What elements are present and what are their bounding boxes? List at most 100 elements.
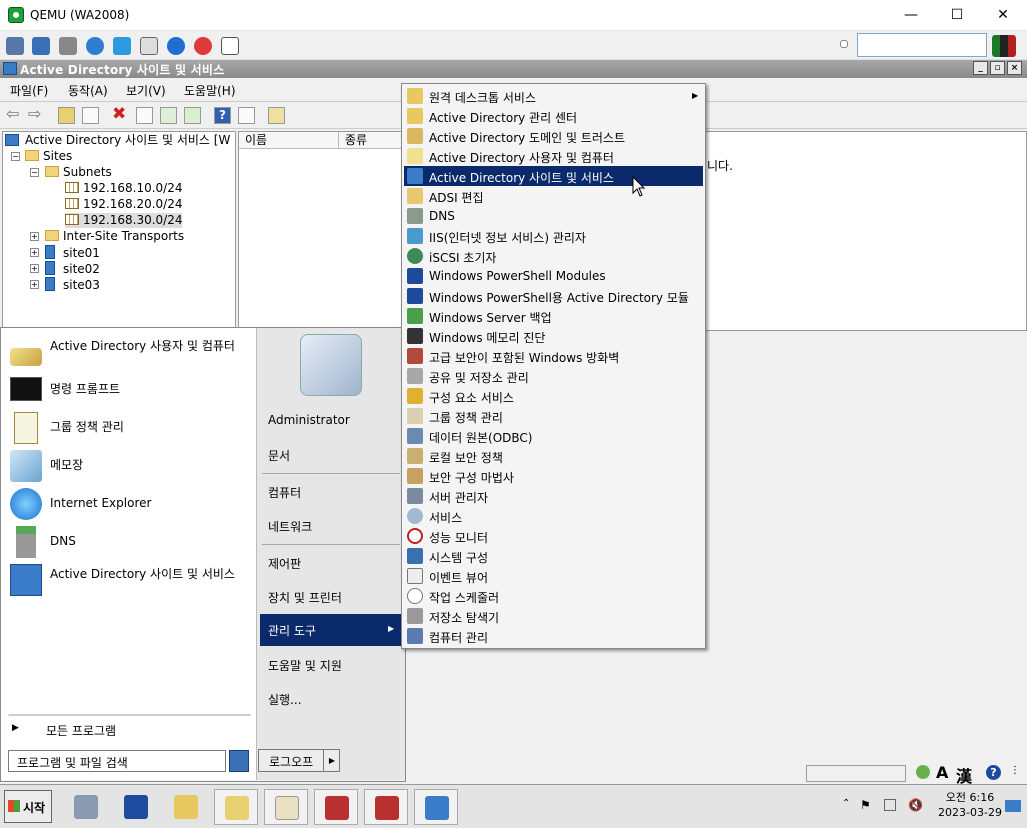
submenu-item[interactable]: Active Directory 도메인 및 트러스트 bbox=[404, 126, 703, 146]
mmc-close-button[interactable]: × bbox=[1007, 61, 1022, 75]
network-icon[interactable] bbox=[884, 799, 896, 811]
submenu-item[interactable]: 저장소 탐색기 bbox=[404, 606, 703, 626]
ime-mode-icon[interactable]: A bbox=[936, 763, 948, 782]
submenu-item[interactable]: 서비스 bbox=[404, 506, 703, 526]
collapse-icon[interactable]: − bbox=[30, 168, 39, 177]
fullscreen-icon[interactable] bbox=[32, 37, 50, 55]
help-icon[interactable]: ? bbox=[986, 765, 1001, 780]
submenu-item[interactable]: 구성 요소 서비스 bbox=[404, 386, 703, 406]
expand-icon[interactable]: + bbox=[30, 264, 39, 273]
start-button[interactable]: 시작 bbox=[4, 790, 52, 823]
submenu-item[interactable]: 로컬 보안 정책 bbox=[404, 446, 703, 466]
menu-control-panel[interactable]: 제어판 bbox=[268, 555, 301, 572]
submenu-item[interactable]: Active Directory 사용자 및 컴퓨터 bbox=[404, 146, 703, 166]
submenu-item[interactable]: 작업 스케줄러 bbox=[404, 586, 703, 606]
tree-site-item[interactable]: site01 bbox=[45, 245, 100, 260]
flag-icon[interactable]: ⚑ bbox=[860, 798, 871, 812]
submenu-item[interactable]: iSCSI 초기자 bbox=[404, 246, 703, 266]
logoff-button[interactable]: 로그오프 ▶ bbox=[258, 749, 340, 772]
help-icon[interactable]: ? bbox=[214, 107, 231, 124]
clock[interactable]: 오전 6:16 2023-03-29 bbox=[930, 790, 1010, 824]
drive-icon[interactable] bbox=[140, 37, 158, 55]
info-icon[interactable] bbox=[167, 37, 185, 55]
show-tree-icon[interactable] bbox=[82, 107, 99, 124]
menu-user[interactable]: Administrator bbox=[268, 413, 350, 427]
menu-devices[interactable]: 장치 및 프린터 bbox=[268, 589, 342, 606]
tree-site-item[interactable]: site02 bbox=[45, 261, 100, 276]
start-search-input[interactable]: 프로그램 및 파일 검색 bbox=[8, 750, 226, 772]
submenu-item[interactable]: 고급 보안이 포함된 Windows 방화벽 bbox=[404, 346, 703, 366]
submenu-item[interactable]: 시스템 구성 bbox=[404, 546, 703, 566]
maximize-button[interactable]: ☐ bbox=[934, 0, 980, 31]
taskbar-ad-users[interactable] bbox=[214, 789, 258, 825]
options-icon[interactable]: ⋮ bbox=[1010, 765, 1020, 776]
mmc-restore-button[interactable]: ▫ bbox=[990, 61, 1005, 75]
menu-action[interactable]: 동작(A) bbox=[68, 82, 108, 99]
submenu-item[interactable]: 이벤트 뷰어 bbox=[404, 566, 703, 586]
menu-network[interactable]: 네트워크 bbox=[268, 518, 312, 535]
refresh-icon[interactable] bbox=[86, 37, 104, 55]
show-desktop-icon[interactable] bbox=[1005, 800, 1021, 812]
tray-expand-icon[interactable]: ⌃ bbox=[842, 798, 850, 809]
menu-documents[interactable]: 문서 bbox=[268, 447, 290, 464]
taskbar-explorer[interactable] bbox=[164, 789, 208, 825]
submenu-item[interactable]: 컴퓨터 관리 bbox=[404, 626, 703, 646]
column-type[interactable]: 종류 bbox=[339, 132, 402, 149]
tree-transports[interactable]: Inter-Site Transports bbox=[45, 229, 184, 244]
properties-icon[interactable] bbox=[136, 107, 153, 124]
search-icon[interactable] bbox=[229, 750, 249, 772]
up-folder-icon[interactable] bbox=[58, 107, 75, 124]
submenu-item[interactable]: 데이터 원본(ODBC) bbox=[404, 426, 703, 446]
filter-icon[interactable] bbox=[268, 107, 285, 124]
expand-icon[interactable]: + bbox=[30, 248, 39, 257]
submenu-item[interactable]: IIS(인터넷 정보 서비스) 관리자 bbox=[404, 226, 703, 246]
submenu-item[interactable]: Windows 메모리 진단 bbox=[404, 326, 703, 346]
back-icon[interactable]: ⇦ bbox=[6, 104, 23, 123]
submenu-item[interactable]: Active Directory 관리 센터 bbox=[404, 106, 703, 126]
menu-view[interactable]: 보기(V) bbox=[126, 82, 166, 99]
menu-computer[interactable]: 컴퓨터 bbox=[268, 484, 301, 501]
taskbar-toolbox2[interactable] bbox=[364, 789, 408, 825]
menu-file[interactable]: 파일(F) bbox=[10, 82, 48, 99]
eject-icon[interactable] bbox=[221, 37, 239, 55]
submenu-item[interactable]: 공유 및 저장소 관리 bbox=[404, 366, 703, 386]
tree-site-item[interactable]: site03 bbox=[45, 277, 100, 292]
submenu-item[interactable]: 원격 데스크톱 서비스 ▶ bbox=[404, 86, 703, 106]
mmc-minimize-button[interactable]: _ bbox=[973, 61, 988, 75]
minimize-button[interactable]: — bbox=[888, 0, 934, 31]
console-icon[interactable] bbox=[238, 107, 255, 124]
submenu-item[interactable]: Windows PowerShell용 Active Directory 모듈 bbox=[404, 286, 703, 306]
menu-help[interactable]: 도움말 및 지원 bbox=[268, 657, 342, 674]
forward-icon[interactable]: ⇨ bbox=[28, 104, 45, 123]
checkbox-icon[interactable] bbox=[840, 40, 848, 48]
expand-icon[interactable]: + bbox=[30, 280, 39, 289]
windows-icon[interactable] bbox=[113, 37, 131, 55]
tree-sites[interactable]: Sites bbox=[25, 149, 72, 164]
submenu-item[interactable]: 보안 구성 마법사 bbox=[404, 466, 703, 486]
tree-subnets[interactable]: Subnets bbox=[45, 165, 112, 180]
taskbar-toolbox1[interactable] bbox=[314, 789, 358, 825]
expand-icon[interactable]: + bbox=[30, 232, 39, 241]
menu-run[interactable]: 실행... bbox=[268, 691, 302, 708]
submenu-item[interactable]: Windows Server 백업 bbox=[404, 306, 703, 326]
menu-help[interactable]: 도움말(H) bbox=[184, 82, 236, 99]
submenu-item[interactable]: 성능 모니터 bbox=[404, 526, 703, 546]
gear-icon[interactable] bbox=[59, 37, 77, 55]
logoff-arrow-icon[interactable]: ▶ bbox=[323, 750, 340, 771]
submenu-item[interactable]: Windows PowerShell Modules bbox=[404, 266, 703, 286]
export-icon[interactable] bbox=[184, 107, 201, 124]
close-button[interactable]: ✕ bbox=[980, 0, 1026, 31]
all-programs[interactable]: 모든 프로그램 bbox=[46, 722, 116, 739]
tree-subnet-item[interactable]: 192.168.20.0/24 bbox=[65, 197, 182, 212]
color-flag-icon[interactable] bbox=[992, 35, 1016, 57]
qemu-search-input[interactable] bbox=[857, 33, 987, 57]
tree-subnet-item-selected[interactable]: 192.168.30.0/24 bbox=[65, 213, 183, 228]
taskbar-ad-sites[interactable] bbox=[414, 789, 458, 825]
language-icon[interactable] bbox=[916, 765, 930, 779]
volume-muted-icon[interactable]: 🔇 bbox=[908, 798, 923, 812]
machine-icon[interactable] bbox=[6, 37, 24, 55]
submenu-item-highlighted[interactable]: Active Directory 사이트 및 서비스 bbox=[404, 166, 703, 186]
taskbar-gpo[interactable] bbox=[264, 789, 308, 825]
delete-icon[interactable]: ✖ bbox=[112, 104, 129, 124]
stop-icon[interactable] bbox=[194, 37, 212, 55]
